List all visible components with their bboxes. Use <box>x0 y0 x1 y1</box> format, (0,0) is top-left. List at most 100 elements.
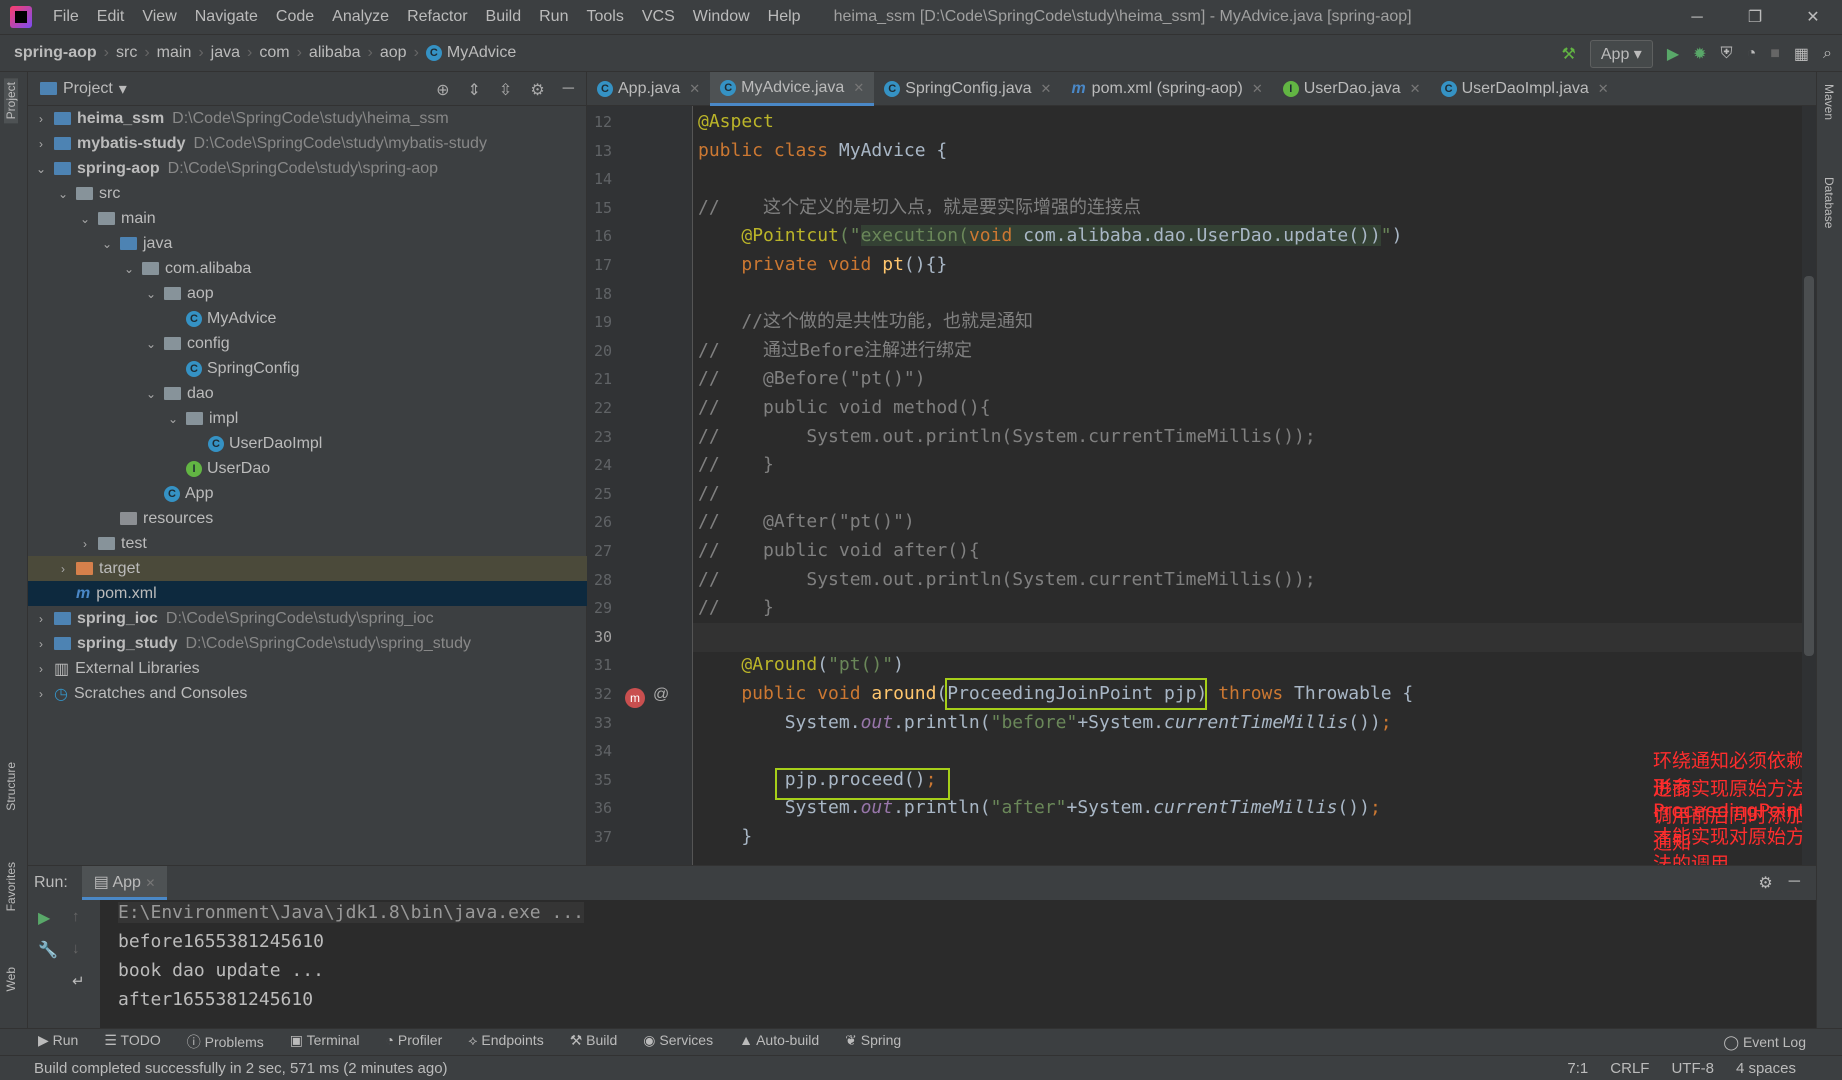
tab-pom[interactable]: m pom.xml (spring-aop) ✕ <box>1061 72 1272 106</box>
locate-icon[interactable]: ⊕ <box>436 80 449 100</box>
stop-icon[interactable]: ■ <box>1770 45 1780 63</box>
menu-analyze[interactable]: Analyze <box>323 8 398 26</box>
annotation-marker-icon[interactable]: @ <box>653 686 669 704</box>
tree-item[interactable]: › ◷ Scratches and Consoles <box>28 681 587 706</box>
side-tab-maven[interactable]: Maven <box>1822 84 1836 120</box>
tool-build[interactable]: ⚒ Build <box>570 1032 618 1052</box>
caret-position[interactable]: 7:1 <box>1567 1060 1588 1077</box>
tree-item[interactable]: I UserDao <box>28 456 587 481</box>
chevron-down-icon[interactable]: ⌄ <box>100 237 114 251</box>
tree-item[interactable]: ⌄ aop <box>28 281 587 306</box>
menu-help[interactable]: Help <box>759 8 810 26</box>
hide-icon[interactable]: ─ <box>563 80 574 100</box>
run-icon[interactable]: ▶ <box>1667 44 1679 64</box>
close-tab-icon[interactable]: ✕ <box>1252 81 1263 97</box>
file-encoding[interactable]: UTF-8 <box>1671 1060 1714 1077</box>
tool-problems[interactable]: ⓘ Problems <box>187 1032 264 1052</box>
tab-userdaoimpl[interactable]: C UserDaoImpl.java ✕ <box>1431 72 1619 106</box>
tree-item[interactable]: C MyAdvice <box>28 306 587 331</box>
tree-item[interactable]: › heima_ssm D:\Code\SpringCode\study\heima… <box>28 106 587 131</box>
breadcrumb-item[interactable]: spring-aop <box>14 44 97 62</box>
tab-userdao[interactable]: I UserDao.java ✕ <box>1273 72 1431 106</box>
tool-todo[interactable]: ☰ TODO <box>104 1032 160 1052</box>
tree-item[interactable]: ⌄ dao <box>28 381 587 406</box>
tree-item[interactable]: › spring_study D:\Code\SpringCode\study\sp… <box>28 631 587 656</box>
chevron-right-icon[interactable]: › <box>56 562 70 576</box>
tool-endpoints[interactable]: ⟡ Endpoints <box>468 1032 543 1052</box>
menu-vcs[interactable]: VCS <box>633 8 684 26</box>
menu-refactor[interactable]: Refactor <box>398 8 476 26</box>
tree-item[interactable]: ⌄ com.alibaba <box>28 256 587 281</box>
menu-run[interactable]: Run <box>530 8 577 26</box>
line-separator[interactable]: CRLF <box>1610 1060 1649 1077</box>
tree-item[interactable]: C UserDaoImpl <box>28 431 587 456</box>
menu-view[interactable]: View <box>133 8 185 26</box>
breadcrumb-item[interactable]: src <box>116 44 137 62</box>
indent-setting[interactable]: 4 spaces <box>1736 1060 1796 1077</box>
tool-auto-build[interactable]: ▲ Auto-build <box>739 1032 819 1052</box>
coverage-icon[interactable]: ⛨ <box>1721 45 1733 63</box>
close-tab-icon[interactable]: ✕ <box>1410 81 1421 97</box>
tree-item[interactable]: ⌄ spring-aop D:\Code\SpringCode\study\spri… <box>28 156 587 181</box>
chevron-down-icon[interactable]: ⌄ <box>166 412 180 426</box>
project-structure-icon[interactable]: ▦ <box>1794 44 1809 64</box>
run-config-select[interactable]: App ▾ <box>1589 39 1653 68</box>
close-tab-icon[interactable]: ✕ <box>689 81 700 97</box>
tool-profiler[interactable]: ◔ Profiler <box>386 1032 443 1052</box>
run-tab-app[interactable]: ▤ App ✕ <box>81 866 168 900</box>
side-tab-project[interactable]: Project <box>4 78 18 124</box>
tool-services[interactable]: ◉ Services <box>643 1032 713 1052</box>
chevron-right-icon[interactable]: › <box>34 112 48 126</box>
search-everywhere-icon[interactable]: ⌕ <box>1823 45 1832 63</box>
expand-all-icon[interactable]: ⇕ <box>468 80 481 100</box>
menu-tools[interactable]: Tools <box>577 8 632 26</box>
tree-item[interactable]: › ▥ External Libraries <box>28 656 587 681</box>
close-button[interactable]: ✕ <box>1784 0 1842 35</box>
project-view-select[interactable]: Project <box>63 80 113 98</box>
tool-terminal[interactable]: ▣ Terminal <box>290 1032 360 1052</box>
editor-scrollbar[interactable] <box>1802 106 1816 865</box>
run-hide-icon[interactable]: ─ <box>1789 873 1800 893</box>
scroll-up-icon[interactable]: ↑ <box>72 908 80 925</box>
chevron-down-icon[interactable]: ⌄ <box>144 287 158 301</box>
chevron-down-icon[interactable]: ⌄ <box>34 162 48 176</box>
tree-item[interactable]: › target <box>28 556 587 581</box>
run-settings-gear-icon[interactable]: ⚙ <box>1758 873 1772 893</box>
breadcrumb-item[interactable]: java <box>211 44 240 62</box>
profile-icon[interactable]: ◔ <box>1747 45 1757 63</box>
side-tab-database[interactable]: Database <box>1822 177 1836 228</box>
breadcrumb-item[interactable]: com <box>259 44 289 62</box>
breadcrumb-item[interactable]: MyAdvice <box>447 44 516 62</box>
chevron-down-icon[interactable]: ⌄ <box>144 337 158 351</box>
tab-springconfig[interactable]: C SpringConfig.java ✕ <box>874 72 1061 106</box>
tool-spring[interactable]: ❦ Spring <box>845 1032 901 1052</box>
code-editor[interactable]: 12 13 14 15 16 17 18 19 20 21 22 23 24 25 26 27 28 29 30 31… <box>587 106 1816 865</box>
minimize-button[interactable]: ─ <box>1668 0 1726 35</box>
tab-app[interactable]: C App.java ✕ <box>587 72 710 106</box>
side-tab-favorites[interactable]: Favorites <box>4 862 18 911</box>
tree-item[interactable]: ⌄ config <box>28 331 587 356</box>
tree-item[interactable]: ⌄ main <box>28 206 587 231</box>
menu-navigate[interactable]: Navigate <box>186 8 267 26</box>
chevron-right-icon[interactable]: › <box>34 137 48 151</box>
restore-button[interactable]: ❐ <box>1726 0 1784 35</box>
tree-item[interactable]: › mybatis-study D:\Code\SpringCode\study\m… <box>28 131 587 156</box>
menu-build[interactable]: Build <box>477 8 531 26</box>
method-advice-marker-icon[interactable]: m <box>625 688 645 708</box>
tree-item[interactable]: ⌄ java <box>28 231 587 256</box>
tree-item[interactable]: C App <box>28 481 587 506</box>
build-hammer-icon[interactable]: ⚒ <box>1562 44 1576 64</box>
debug-icon[interactable]: ✹ <box>1693 44 1706 64</box>
soft-wrap-icon[interactable]: ↵ <box>72 972 85 990</box>
tree-item[interactable]: resources <box>28 506 587 531</box>
tree-item[interactable]: ⌄ impl <box>28 406 587 431</box>
rerun-icon[interactable]: ▶ <box>38 908 50 928</box>
tool-run[interactable]: ▶ Run <box>38 1032 78 1052</box>
chevron-down-icon[interactable]: ⌄ <box>144 387 158 401</box>
scroll-down-icon[interactable]: ↓ <box>72 940 80 957</box>
event-log-button[interactable]: ◯ Event Log <box>1723 1034 1806 1051</box>
breadcrumb-item[interactable]: main <box>157 44 192 62</box>
tree-item[interactable]: › test <box>28 531 587 556</box>
close-tab-icon[interactable]: ✕ <box>1598 81 1609 97</box>
menu-file[interactable]: File <box>44 8 88 26</box>
